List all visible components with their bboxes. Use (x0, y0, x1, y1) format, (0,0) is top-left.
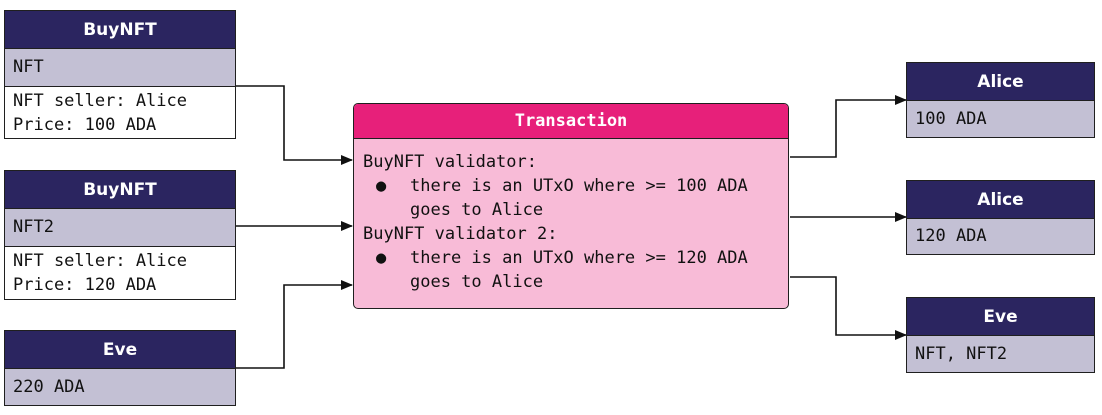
input-utxo-buynft-2: BuyNFT NFT2 NFT seller: Alice Price: 120… (4, 170, 236, 300)
validator-1-title: BuyNFT validator: (363, 152, 537, 172)
utxo-datum: NFT seller: Alice Price: 100 ADA (5, 87, 235, 138)
utxo-value: 120 ADA (907, 219, 1094, 254)
datum-seller: NFT seller: Alice (13, 251, 187, 271)
input-utxo-buynft-1: BuyNFT NFT NFT seller: Alice Price: 100 … (4, 10, 236, 139)
utxo-value: NFT, NFT2 (907, 336, 1094, 372)
output-utxo-alice-2: Alice 120 ADA (906, 180, 1095, 255)
validator-1-condition-cont: goes to Alice (410, 200, 544, 220)
arrow-input3-to-transaction (236, 280, 353, 369)
utxo-header: BuyNFT (5, 171, 235, 209)
output-utxo-alice-1: Alice 100 ADA (906, 62, 1095, 138)
validator-2-title: BuyNFT validator 2: (363, 224, 558, 244)
validator-2-condition-cont: goes to Alice (410, 272, 544, 292)
utxo-value: 100 ADA (907, 101, 1094, 137)
transaction-header: Transaction (354, 104, 788, 139)
utxo-value: NFT (5, 49, 235, 87)
arrow-transaction-to-output1 (790, 95, 907, 158)
utxo-header: Eve (5, 331, 235, 369)
utxo-header: BuyNFT (5, 11, 235, 49)
bullet-icon: ● (376, 248, 387, 268)
validator-1-condition: ● there is an UTxO where >= 100 ADA (376, 176, 748, 196)
output-utxo-eve: Eve NFT, NFT2 (906, 297, 1095, 373)
arrow-transaction-to-output3 (790, 276, 907, 340)
input-utxo-eve: Eve 220 ADA (4, 330, 236, 406)
datum-price: Price: 120 ADA (13, 275, 157, 295)
bullet-icon: ● (376, 176, 387, 196)
arrow-input1-to-transaction (236, 85, 353, 165)
datum-seller: NFT seller: Alice (13, 91, 187, 111)
validator-2-condition: ● there is an UTxO where >= 120 ADA (376, 248, 748, 268)
transaction-body: BuyNFT validator: ● there is an UTxO wher… (354, 139, 788, 294)
utxo-datum: NFT seller: Alice Price: 120 ADA (5, 247, 235, 299)
transaction-box: Transaction BuyNFT validator: ● there is … (353, 103, 789, 309)
utxo-header: Alice (907, 181, 1094, 219)
utxo-value: 220 ADA (5, 369, 235, 405)
datum-price: Price: 100 ADA (13, 115, 157, 135)
utxo-header: Eve (907, 298, 1094, 336)
utxo-header: Alice (907, 63, 1094, 101)
utxo-value: NFT2 (5, 209, 235, 247)
